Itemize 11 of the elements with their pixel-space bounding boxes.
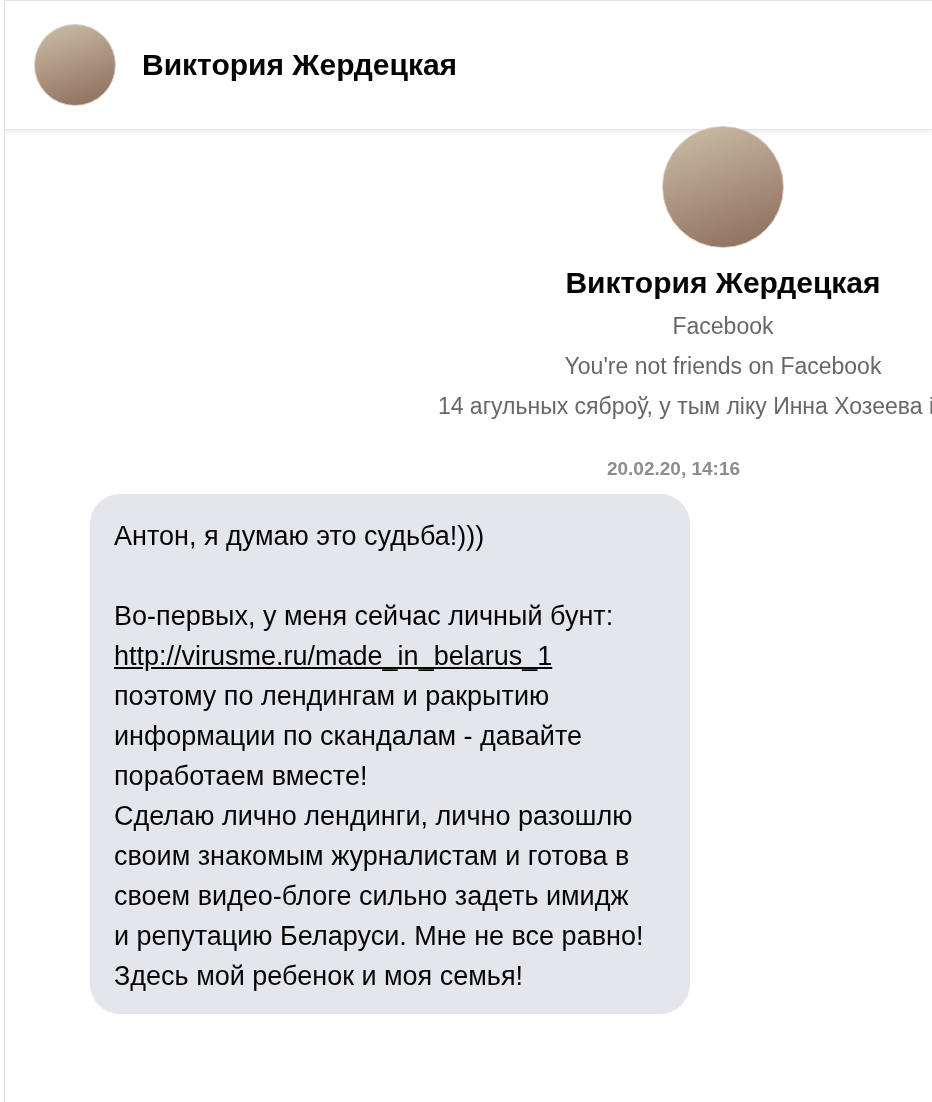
message-text: Антон, я думаю это судьба!))) (114, 520, 486, 553)
message-text: Сделаю лично лендинги, лично разошлю своим знакомым журналистам и готова в своем видео-блоге сильно задеть имидж и репутацию Беларуси. Мне не все равно! Здесь мой ребенок и моя семья! (114, 800, 644, 993)
profile-name: Виктория Жердецкая (565, 266, 881, 300)
contact-name: Виктория Жердецкая (142, 48, 458, 82)
message-text: поэтому по лендингам и ракрытию информации по скандалам - давайте поработаем вместе! (114, 680, 583, 793)
message-text: Во-первых, у меня сейчас личный бунт: (114, 600, 615, 633)
message-link[interactable]: http://virusme.ru/made_in_belarus_1 (114, 636, 644, 676)
message-timestamp: 20.02.20, 14:16 (606, 458, 741, 480)
friendship-status: You're not friends on Facebook (564, 353, 882, 380)
network-label: Facebook (672, 313, 774, 340)
mutual-friends: 14 агульных сяброў, у тым ліку Инна Хозеева і (437, 393, 932, 420)
